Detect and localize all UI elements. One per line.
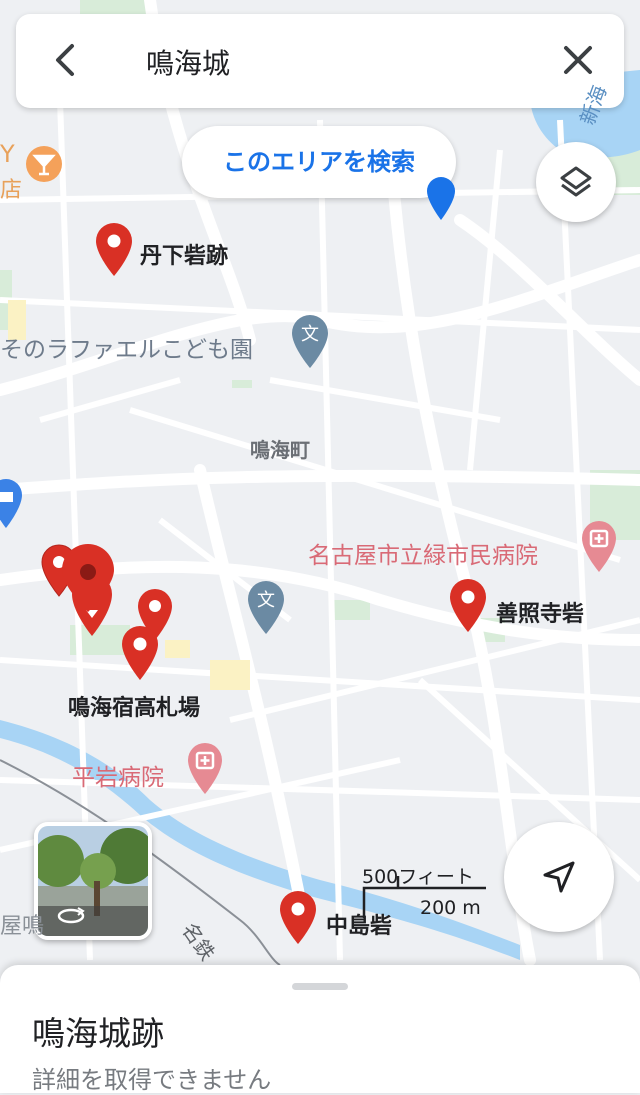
street-view-thumbnail[interactable] <box>34 822 152 940</box>
my-location-button[interactable] <box>504 822 614 932</box>
place-label-kindergarten[interactable]: そのラファエルこども園 <box>0 330 253 364</box>
school-icon[interactable]: 文 <box>246 580 286 636</box>
map-pin-icon[interactable] <box>448 578 488 634</box>
place-label-hospital-midori[interactable]: 名古屋市立緑市民病院 <box>308 536 538 570</box>
place-label-partial: 屋鳴 <box>0 914 45 939</box>
place-title: 鳴海城跡 <box>32 1014 164 1053</box>
scale-metric: 200 m <box>420 897 481 919</box>
place-label-zensho[interactable]: 善照寺砦 <box>496 596 584 628</box>
hospital-icon[interactable] <box>186 742 224 796</box>
back-arrow-icon[interactable] <box>46 40 86 80</box>
map-pin-icon[interactable] <box>94 222 134 278</box>
search-query[interactable]: 鳴海城 <box>146 42 230 82</box>
street-view-photo <box>38 826 148 936</box>
svg-text:文: 文 <box>301 324 319 345</box>
place-label-kosatsuba[interactable]: 鳴海宿高札場 <box>68 690 200 722</box>
search-this-area-button[interactable]: このエリアを検索 <box>182 126 456 198</box>
place-label-hiraiwa[interactable]: 平岩病院 <box>72 758 164 792</box>
hospital-icon[interactable] <box>580 520 618 574</box>
rotate-360-icon <box>57 907 85 924</box>
map-pin-icon[interactable] <box>278 890 318 946</box>
town-label: 鳴海町 <box>250 438 310 462</box>
map-label-partial-letter: Y <box>0 140 15 168</box>
transit-icon[interactable] <box>424 174 458 222</box>
place-label-tange[interactable]: 丹下砦跡 <box>140 238 228 270</box>
layers-button[interactable] <box>536 142 616 222</box>
bar-icon[interactable] <box>24 144 64 184</box>
place-sheet[interactable]: 鳴海城跡 詳細を取得できません <box>0 965 640 1094</box>
search-bar[interactable]: 鳴海城 <box>16 14 624 108</box>
place-subtitle: 詳細を取得できません <box>32 1066 272 1094</box>
map-label-partial-store: 店 <box>0 178 23 203</box>
shopping-icon[interactable] <box>0 478 24 530</box>
close-icon[interactable] <box>558 40 598 80</box>
layers-icon <box>560 166 592 197</box>
navigate-icon <box>543 861 575 893</box>
pin-cluster[interactable] <box>40 540 180 690</box>
svg-text:文: 文 <box>257 590 275 611</box>
sheet-drag-handle[interactable] <box>292 983 348 990</box>
school-icon[interactable]: 文 <box>290 314 330 370</box>
